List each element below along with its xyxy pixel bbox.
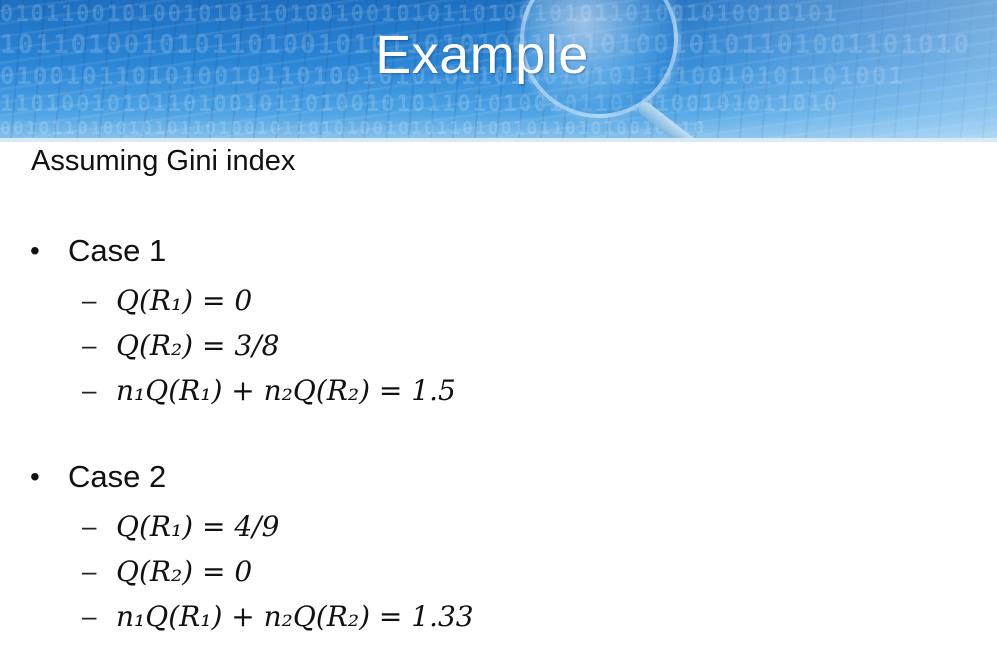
- case-block: • Case 1 – Q(R₁) = 0 – Q(R₂) = 3/8 – n₁Q…: [30, 232, 456, 413]
- formula-text: Q(R₁) = 0: [116, 284, 253, 317]
- formula-text: Q(R₂) = 0: [116, 555, 253, 588]
- bullet-icon: •: [30, 235, 40, 266]
- slide-title: Example: [375, 25, 589, 85]
- formula-item: – Q(R₁) = 4/9: [30, 504, 474, 549]
- formula-list: – Q(R₁) = 4/9 – Q(R₂) = 0 – n₁Q(R₁) + n₂…: [30, 504, 474, 639]
- slide-subtitle: Assuming Gini index: [31, 145, 296, 177]
- case-label: Case 1: [68, 233, 167, 268]
- formula-item: – Q(R₂) = 0: [30, 549, 474, 594]
- formula-text: Q(R₁) = 4/9: [116, 510, 280, 543]
- formula-item: – n₁Q(R₁) + n₂Q(R₂) = 1.5: [30, 368, 456, 413]
- dash-icon: –: [82, 556, 97, 586]
- formula-text: n₁Q(R₁) + n₂Q(R₂) = 1.33: [116, 600, 474, 633]
- formula-list: – Q(R₁) = 0 – Q(R₂) = 3/8 – n₁Q(R₁) + n₂…: [30, 278, 456, 413]
- case-label: Case 2: [68, 459, 167, 494]
- dash-icon: –: [82, 375, 97, 405]
- formula-text: Q(R₂) = 3/8: [116, 329, 280, 362]
- dash-icon: –: [82, 285, 97, 315]
- formula-item: – Q(R₂) = 3/8: [30, 323, 456, 368]
- case-heading: • Case 2: [30, 458, 474, 496]
- dash-icon: –: [82, 601, 97, 631]
- formula-item: – n₁Q(R₁) + n₂Q(R₂) = 1.33: [30, 594, 474, 639]
- formula-item: – Q(R₁) = 0: [30, 278, 456, 323]
- banner-divider: [0, 138, 997, 142]
- dash-icon: –: [82, 511, 97, 541]
- dash-icon: –: [82, 330, 97, 360]
- bullet-icon: •: [30, 461, 40, 492]
- header-banner: 0101100101001010110100100101011010010101…: [0, 0, 997, 142]
- case-block: • Case 2 – Q(R₁) = 4/9 – Q(R₂) = 0 – n₁Q…: [30, 458, 474, 639]
- formula-text: n₁Q(R₁) + n₂Q(R₂) = 1.5: [116, 374, 456, 407]
- case-heading: • Case 1: [30, 232, 456, 270]
